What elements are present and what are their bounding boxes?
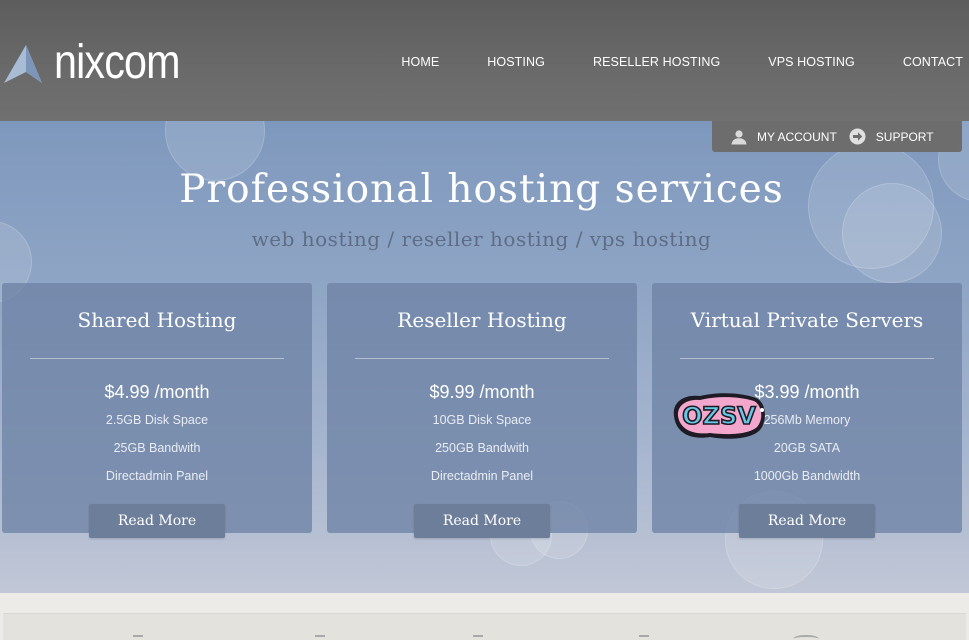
plan-price: $9.99 /month <box>429 382 535 402</box>
account-bar: MY ACCOUNT SUPPORT <box>712 121 962 152</box>
support-link[interactable]: SUPPORT <box>849 128 934 145</box>
read-more-button[interactable]: Read More <box>739 504 875 538</box>
user-icon <box>731 129 747 144</box>
graffiti-sticker: OZSV <box>673 393 765 439</box>
hero-subtitle: web hosting / reseller hosting / vps hos… <box>251 227 712 251</box>
plan-title: Virtual Private Servers <box>690 308 924 332</box>
plan-feature: 250GB Bandwith <box>435 441 529 455</box>
support-label: SUPPORT <box>875 129 934 144</box>
plan-feature: 10GB Disk Space <box>432 413 532 427</box>
triangle-logo-icon <box>4 45 42 83</box>
nav-vps-hosting[interactable]: VPS HOSTING <box>768 55 855 71</box>
partial-heading-mark <box>793 635 819 640</box>
plan-card-shared-hosting: Shared Hosting $4.99 /month 2.5GB Disk S… <box>2 283 312 538</box>
sticker-text: OZSV <box>682 402 756 430</box>
plan-card-reseller-hosting: Reseller Hosting $9.99 /month 10GB Disk … <box>327 283 637 538</box>
card-divider <box>355 358 609 359</box>
my-account-link[interactable]: MY ACCOUNT <box>730 129 837 145</box>
sticker-sparkle <box>760 408 764 412</box>
nav-hosting[interactable]: HOSTING <box>487 55 545 71</box>
content-band <box>3 613 966 640</box>
plan-feature: 25GB Bandwith <box>113 441 201 455</box>
nav-contact[interactable]: CONTACT <box>903 55 963 71</box>
partial-heading-mark <box>133 635 143 640</box>
nav-reseller-hosting[interactable]: RESELLER HOSTING <box>593 55 720 71</box>
plan-feature: 2.5GB Disk Space <box>105 413 209 427</box>
site-logo[interactable]: nixcom <box>0 38 200 88</box>
site-header: nixcom HOME HOSTING RESELLER HOSTING VPS… <box>0 0 969 121</box>
card-divider <box>30 358 284 359</box>
my-account-label: MY ACCOUNT <box>757 129 837 144</box>
brand-name: nixcom <box>54 36 180 89</box>
read-more-button[interactable]: Read More <box>89 504 225 538</box>
card-divider <box>680 358 934 359</box>
page: nixcom HOME HOSTING RESELLER HOSTING VPS… <box>0 0 969 640</box>
partial-heading-mark <box>315 635 325 640</box>
plan-price: $4.99 /month <box>104 382 210 402</box>
nav-home[interactable]: HOME <box>401 55 439 71</box>
plan-feature: Directadmin Panel <box>105 469 209 483</box>
arrow-circle-icon <box>849 128 866 145</box>
plan-title: Reseller Hosting <box>397 308 567 332</box>
main-nav: HOME HOSTING RESELLER HOSTING VPS HOSTIN… <box>353 55 969 71</box>
hero-title: Professional hosting services <box>179 167 784 212</box>
read-more-button[interactable]: Read More <box>414 504 550 538</box>
partial-heading-mark <box>473 635 483 640</box>
plan-feature: 20GB SATA <box>773 441 841 455</box>
partial-heading-mark <box>639 635 649 640</box>
plan-feature: Directadmin Panel <box>430 469 534 483</box>
plan-title: Shared Hosting <box>77 308 237 332</box>
plan-feature: 1000Gb Bandwidth <box>753 469 861 483</box>
